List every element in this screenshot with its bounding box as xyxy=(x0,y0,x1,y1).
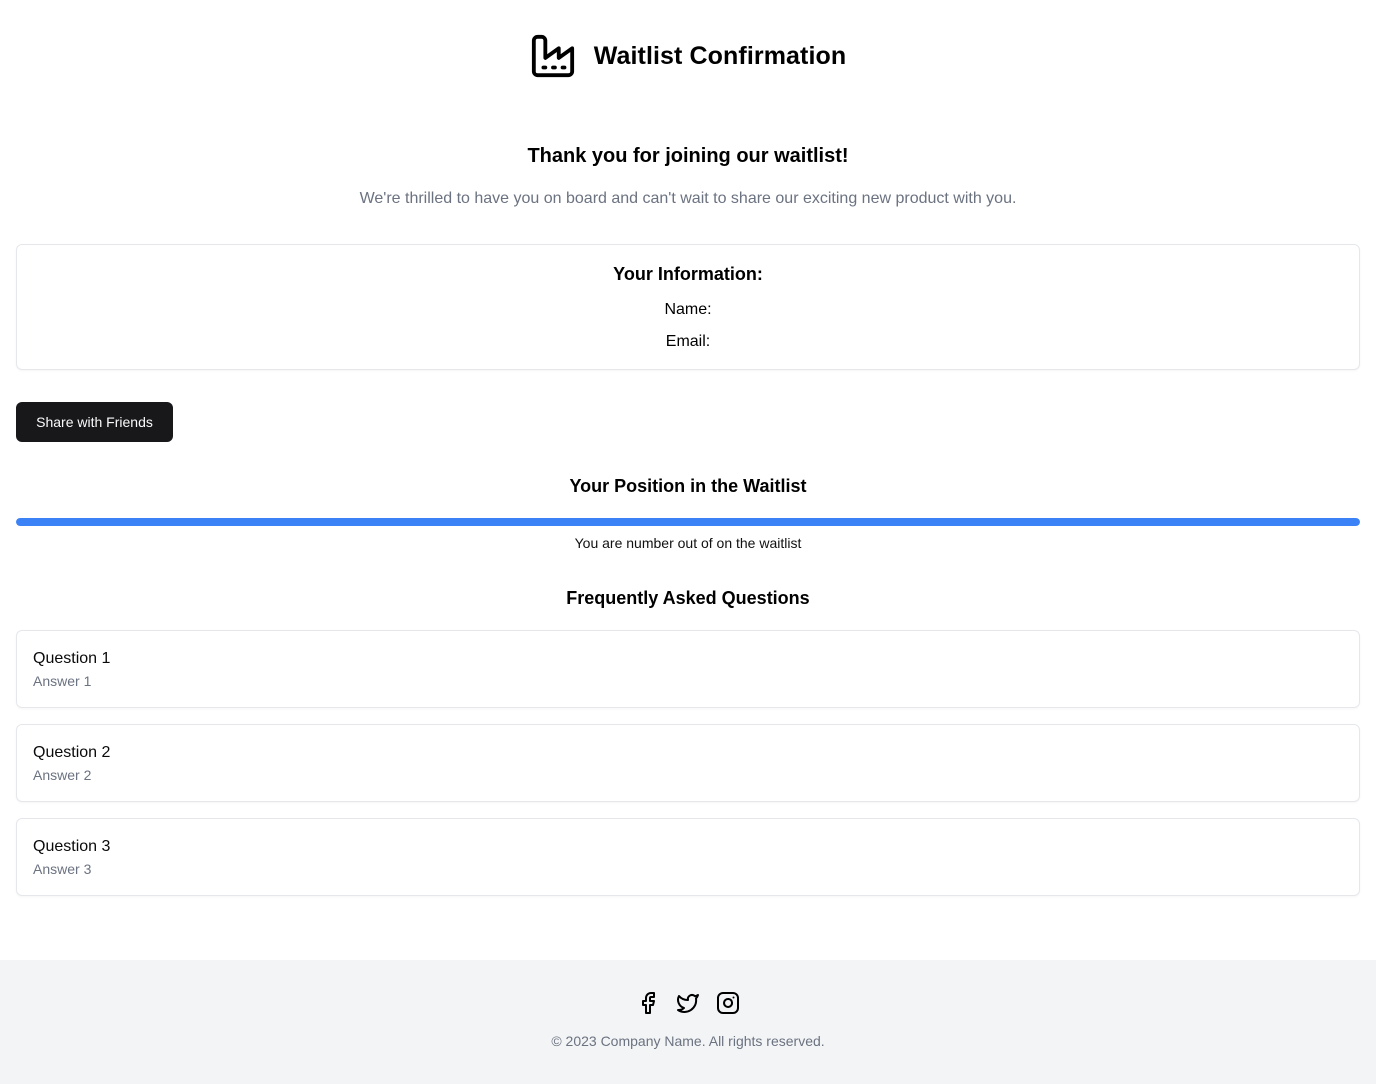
faq-question: Question 2 xyxy=(33,744,111,761)
faq-answer: Answer 1 xyxy=(33,673,92,689)
email-field-label: Email: xyxy=(665,333,711,350)
thanks-subtitle: We're thrilled to have you on board and … xyxy=(359,190,1017,207)
faq-item[interactable]: Question 3 Answer 3 xyxy=(16,818,1360,896)
social-links xyxy=(0,991,1376,1015)
faq-item[interactable]: Question 1 Answer 1 xyxy=(16,630,1360,708)
page-header: Waitlist Confirmation xyxy=(0,32,1376,80)
page-title: Waitlist Confirmation xyxy=(593,41,847,70)
facebook-link[interactable] xyxy=(636,991,660,1015)
page: Waitlist Confirmation Thank you for join… xyxy=(0,0,1376,1084)
position-heading: Your Position in the Waitlist xyxy=(569,476,807,496)
faq-list: Question 1 Answer 1 Question 2 Answer 2 … xyxy=(16,630,1360,912)
instagram-link[interactable] xyxy=(716,991,740,1015)
copyright-text: © 2023 Company Name. All rights reserved… xyxy=(551,1033,825,1049)
twitter-link[interactable] xyxy=(676,991,700,1015)
information-card: Your Information: Name: Email: xyxy=(16,244,1360,370)
information-heading: Your Information: xyxy=(613,264,763,284)
faq-question: Question 3 xyxy=(33,838,111,855)
page-footer: © 2023 Company Name. All rights reserved… xyxy=(0,960,1376,1084)
instagram-icon xyxy=(717,992,739,1014)
faq-heading: Frequently Asked Questions xyxy=(566,588,810,608)
faq-item[interactable]: Question 2 Answer 2 xyxy=(16,724,1360,802)
position-status-text: You are number out of on the waitlist xyxy=(574,535,802,551)
facebook-icon xyxy=(642,992,655,1014)
waitlist-progress-fill xyxy=(16,518,1360,526)
thanks-heading: Thank you for joining our waitlist! xyxy=(527,145,849,167)
share-with-friends-button[interactable]: Share with Friends xyxy=(16,402,173,442)
faq-answer: Answer 2 xyxy=(33,767,92,783)
faq-question: Question 1 xyxy=(33,650,111,667)
waitlist-progress-bar xyxy=(16,518,1360,526)
faq-answer: Answer 3 xyxy=(33,861,92,877)
twitter-icon xyxy=(677,994,699,1013)
name-field-label: Name: xyxy=(664,301,712,318)
factory-icon xyxy=(531,34,574,78)
